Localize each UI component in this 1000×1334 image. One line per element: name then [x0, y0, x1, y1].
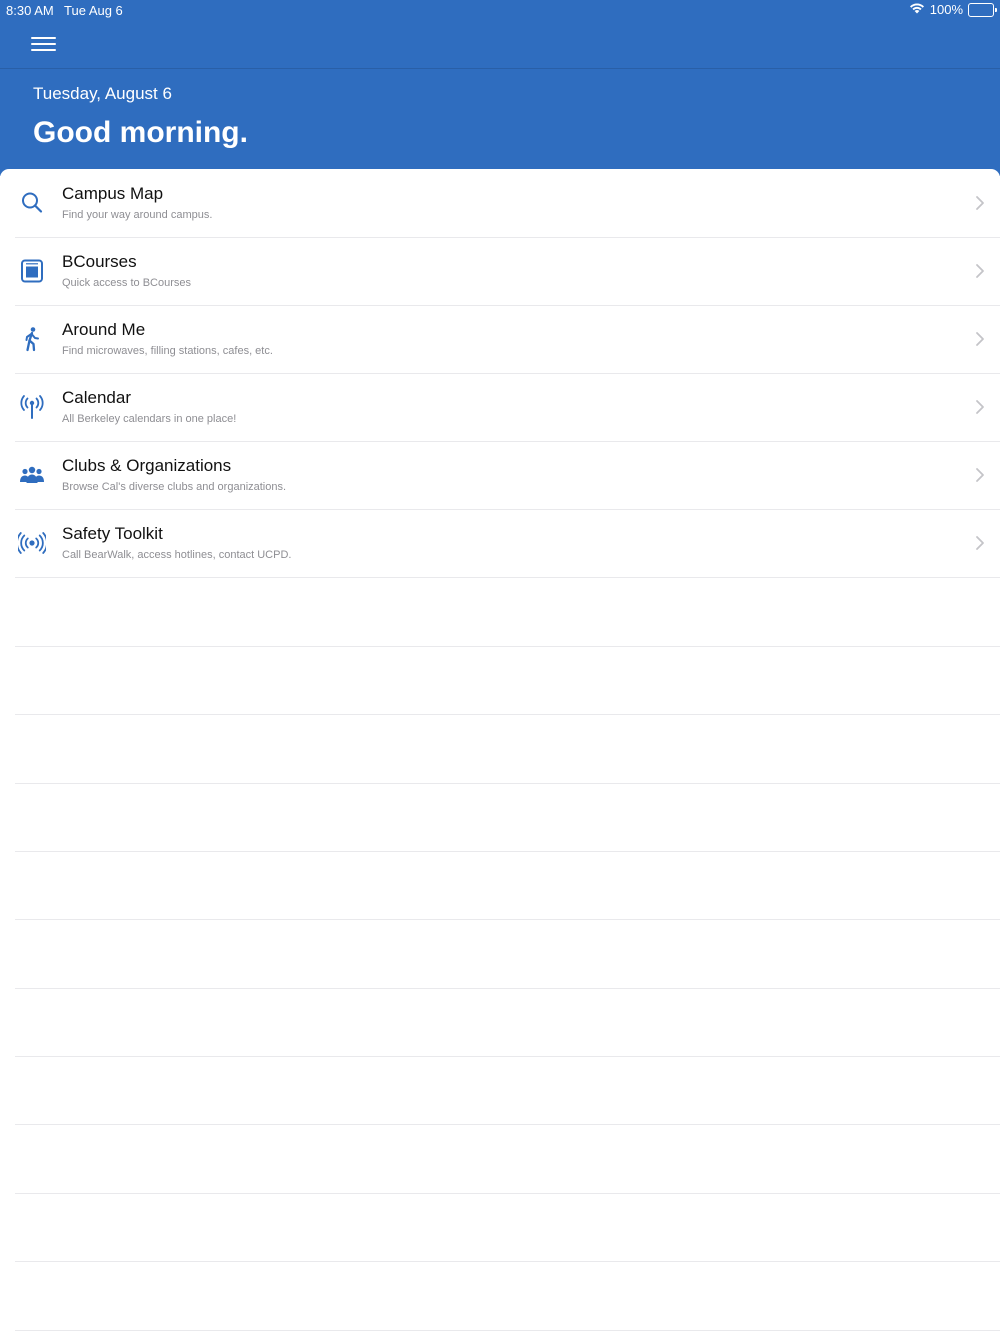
row-separator: [15, 577, 1000, 578]
empty-row-separator: [15, 988, 1000, 989]
status-time: 8:30 AM: [6, 3, 54, 18]
menu-item-subtitle: Find microwaves, filling stations, cafes…: [62, 345, 273, 357]
chevron-right-icon: [974, 263, 986, 279]
menu-item-around-me[interactable]: Around Me Find microwaves, filling stati…: [0, 305, 1000, 373]
menu-item-clubs-organizations[interactable]: Clubs & Organizations Browse Cal's diver…: [0, 441, 1000, 509]
menu-item-safety-toolkit[interactable]: Safety Toolkit Call BearWalk, access hot…: [0, 509, 1000, 577]
hamburger-line: [31, 49, 56, 51]
status-date: Tue Aug 6: [64, 3, 123, 18]
status-indicators: 100%: [909, 2, 997, 17]
menu-item-title: Clubs & Organizations: [62, 456, 232, 475]
empty-row-separator: [15, 646, 1000, 647]
empty-row-separator: [15, 1124, 1000, 1125]
empty-row-separator: [15, 919, 1000, 920]
group-icon: [18, 461, 46, 489]
menu-item-title: Campus Map: [62, 184, 164, 203]
menu-card: Campus Map Find your way around campus. …: [0, 169, 1000, 1334]
chevron-right-icon: [974, 399, 986, 415]
chevron-right-icon: [974, 467, 986, 483]
chevron-right-icon: [974, 195, 986, 211]
menu-item-subtitle: Quick access to BCourses: [62, 277, 191, 289]
menu-item-subtitle: Browse Cal's diverse clubs and organizat…: [62, 481, 287, 493]
search-icon: [18, 189, 46, 217]
empty-row-separator: [15, 783, 1000, 784]
hamburger-line: [31, 43, 56, 45]
battery-icon: [968, 2, 997, 17]
header-date: Tuesday, August 6: [33, 84, 172, 103]
broadcast-icon: [18, 529, 46, 557]
header: 8:30 AM Tue Aug 6 100% Tuesday, August 6…: [0, 0, 1000, 176]
menu-item-subtitle: All Berkeley calendars in one place!: [62, 413, 237, 425]
menu-item-campus-map[interactable]: Campus Map Find your way around campus.: [0, 169, 1000, 237]
menu-item-title: Calendar: [62, 388, 131, 407]
bcourses-icon: [18, 257, 46, 285]
status-bar: 8:30 AM Tue Aug 6 100%: [0, 0, 1000, 20]
hamburger-line: [31, 37, 56, 39]
wifi-icon: [909, 2, 925, 17]
nav-divider: [0, 68, 1000, 69]
menu-item-calendar[interactable]: Calendar All Berkeley calendars in one p…: [0, 373, 1000, 441]
menu-item-title: Around Me: [62, 320, 146, 339]
menu-item-subtitle: Find your way around campus.: [62, 209, 213, 221]
menu-item-bcourses[interactable]: BCourses Quick access to BCourses: [0, 237, 1000, 305]
menu-item-title: Safety Toolkit: [62, 524, 163, 543]
chevron-right-icon: [974, 331, 986, 347]
empty-row-separator: [15, 1261, 1000, 1262]
empty-row-separator: [15, 851, 1000, 852]
walking-person-icon: [18, 325, 46, 353]
antenna-icon: [18, 393, 46, 421]
empty-row-separator: [15, 1193, 1000, 1194]
empty-row-separator: [15, 1056, 1000, 1057]
menu-item-title: BCourses: [62, 252, 137, 271]
battery-percent: 100%: [929, 2, 963, 17]
empty-row-separator: [15, 1330, 1000, 1331]
hamburger-menu-button[interactable]: [28, 32, 60, 56]
menu-item-subtitle: Call BearWalk, access hotlines, contact …: [62, 549, 292, 561]
chevron-right-icon: [974, 535, 986, 551]
greeting-title: Good morning.: [33, 116, 248, 149]
empty-row-separator: [15, 714, 1000, 715]
